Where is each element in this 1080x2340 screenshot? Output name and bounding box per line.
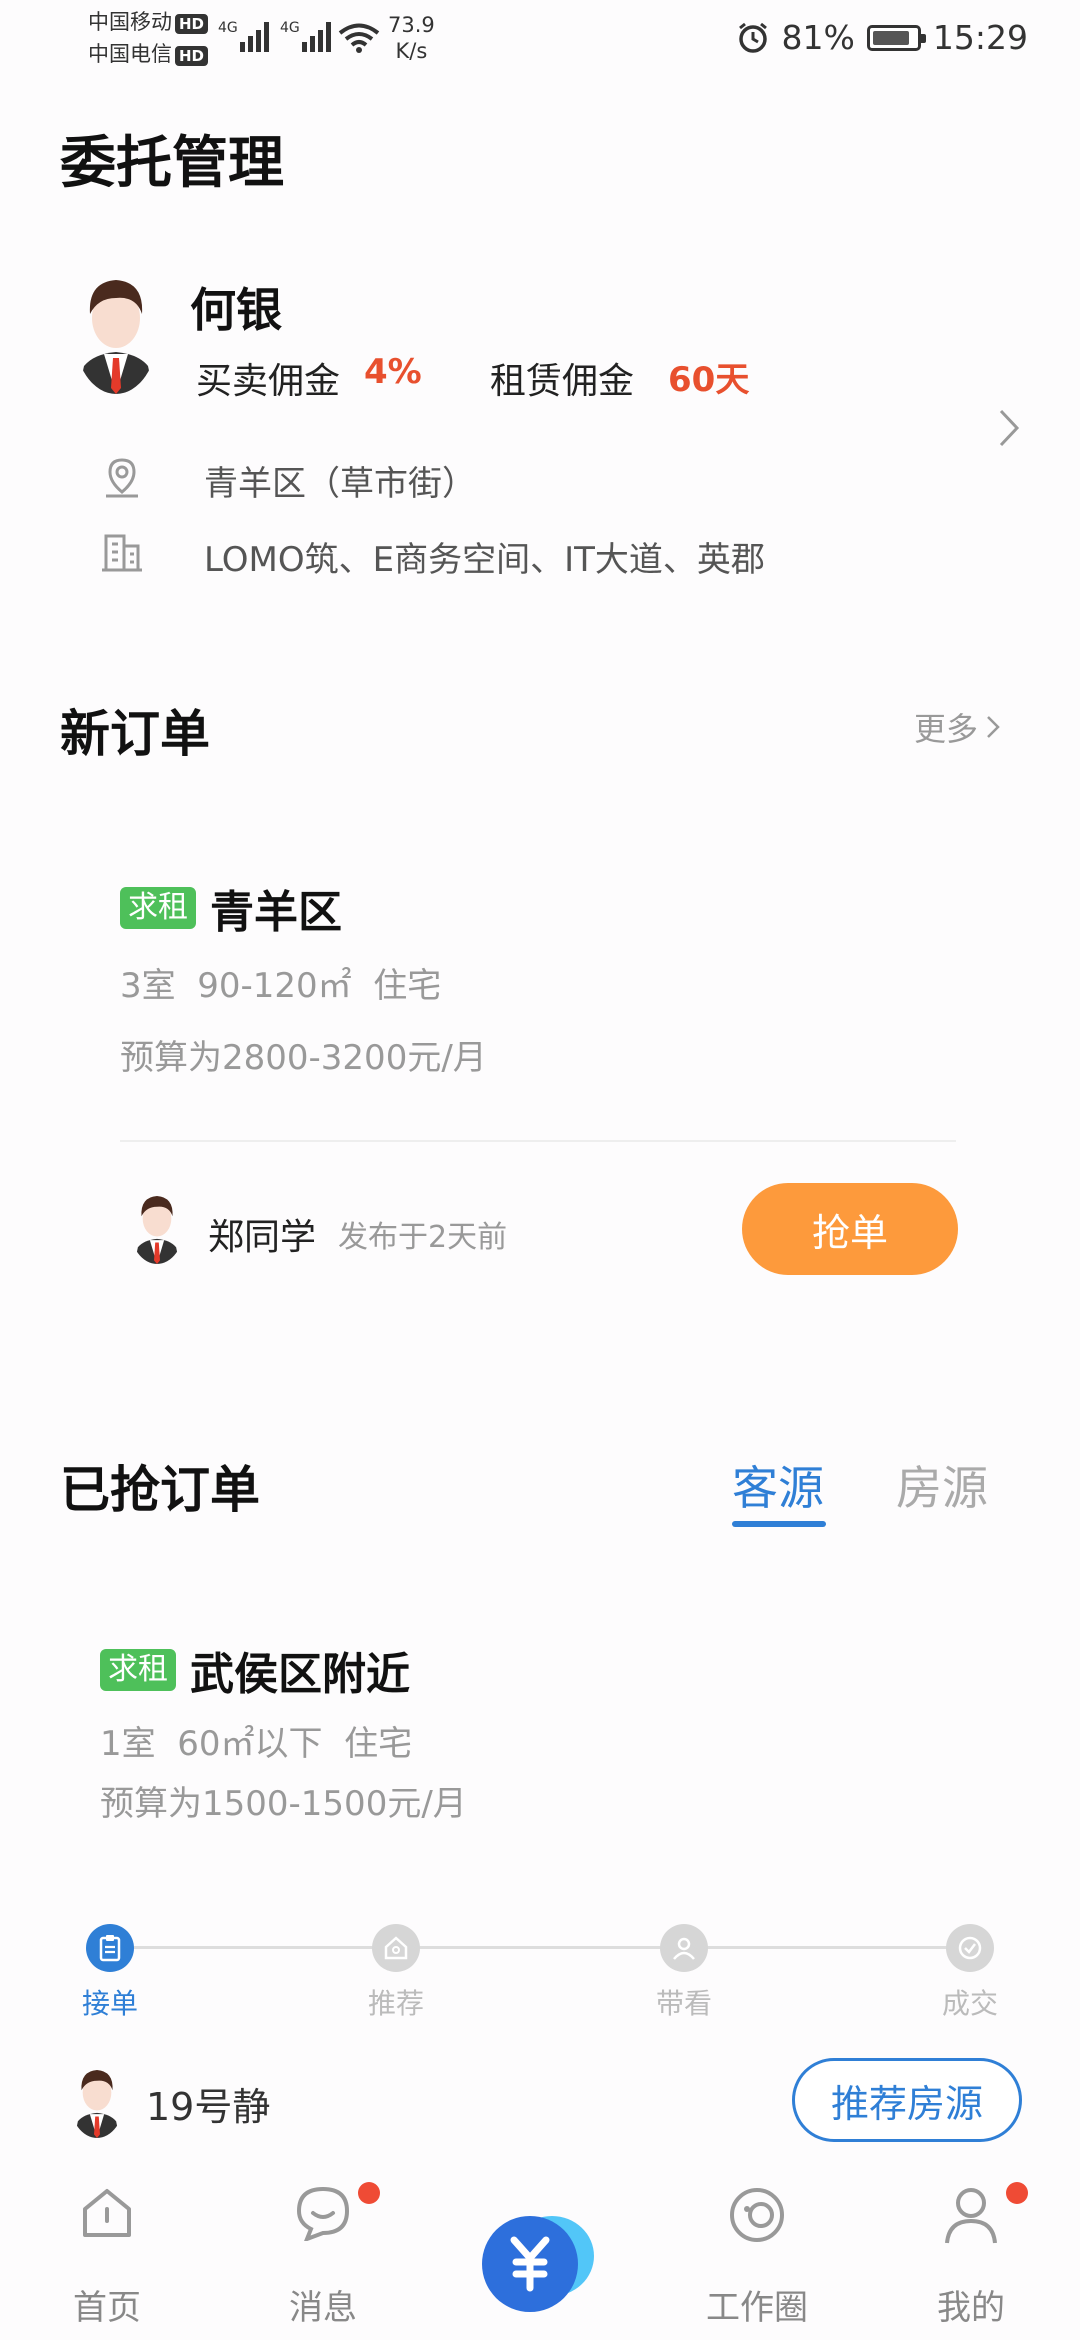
status-bar: 中国移动 HD 中国电信 HD 4G 4G 73.9 K/s 81% 15:29 [0,0,1080,80]
step-label-recommend: 推荐 [367,1987,424,2020]
profile-badge [1006,2182,1028,2204]
nav-home-label: 首页 [73,2288,141,2328]
order-tag: 求租 [120,887,196,929]
publisher-avatar [130,1190,184,1264]
agent-name: 何银 [190,283,282,337]
message-icon [296,2186,350,2243]
nav-work-circle-label: 工作圈 [706,2288,808,2328]
publish-time: 发布于2天前 [338,1220,508,1255]
sale-commission-label: 买卖佣金 [196,361,341,402]
recommend-property-button[interactable]: 推荐房源 [792,2058,1022,2142]
network-speed: 73.9 K/s [388,13,435,63]
divider [120,1140,956,1142]
rent-commission-label: 租赁佣金 [490,361,635,402]
nav-center[interactable] [478,2200,598,2320]
step-recommend-icon [372,1924,420,1972]
nav-messages-label: 消息 [289,2288,357,2328]
building-icon [102,534,142,572]
agent-buildings: LOMO筑、E商务空间、IT大道、英郡 [204,540,765,580]
step-deal-icon [946,1924,994,1972]
network-type-1: 4G [218,20,238,36]
chevron-right-icon[interactable] [998,408,1020,448]
progress-line [110,1946,970,1949]
battery-icon [866,24,926,51]
client-name: 19号静 [146,2085,271,2129]
client-avatar [70,2064,124,2138]
yuan-icon [482,2216,594,2312]
status-right: 81% 15:29 [736,18,1028,57]
step-label-viewing: 带看 [655,1987,712,2020]
order-district: 青羊区 [210,887,342,938]
battery-percent: 81% [781,18,855,57]
grabbed-orders-title: 已抢订单 [60,1461,260,1519]
order-budget: 预算为2800-3200元/月 [120,1038,487,1078]
order-budget: 预算为1500-1500元/月 [100,1784,467,1824]
tab-clients[interactable]: 客源 [732,1452,824,1518]
signal-icon-2 [302,20,331,52]
agent-avatar [74,270,158,394]
step-label-deal: 成交 [941,1987,998,2020]
alarm-icon [738,22,767,53]
order-specs: 3室 90-120㎡ 住宅 [120,966,442,1006]
network-type-2: 4G [280,20,300,36]
nav-profile-label: 我的 [937,2288,1005,2328]
publisher-name: 郑同学 [208,1217,317,1258]
order-district: 武侯区附近 [190,1649,410,1700]
clock: 15:29 [932,18,1028,57]
page-title: 委托管理 [60,131,284,196]
location-icon [106,458,138,498]
step-label-accept: 接单 [81,1987,138,2020]
new-orders-title: 新订单 [60,705,210,763]
home-icon [83,2189,131,2237]
tab-properties[interactable]: 房源 [896,1452,988,1518]
carrier-1: 中国移动 HD [88,8,209,36]
signal-icon [240,20,269,52]
wifi-icon [338,23,380,53]
nav-home[interactable] [32,2185,182,2245]
order-specs: 1室 60㎡以下 住宅 [100,1724,413,1764]
step-viewing-icon [660,1924,708,1972]
work-circle-icon [730,2188,784,2242]
step-accept-icon [86,1924,134,1972]
order-tag: 求租 [100,1649,176,1691]
chevron-right-icon [987,716,1000,738]
sale-commission-value: 4% [364,352,422,392]
rent-commission-value: 60天 [668,360,750,400]
agent-area: 青羊区（草市街） [204,464,476,504]
grab-order-button[interactable]: 抢单 [742,1183,958,1275]
order-heading: 求租 青羊区 [120,876,342,940]
nav-work-circle[interactable] [682,2185,832,2249]
profile-icon [945,2188,997,2244]
grabbed-order-heading: 求租 武侯区附近 [100,1638,410,1702]
tab-indicator [732,1521,826,1527]
message-badge [358,2182,380,2204]
more-link[interactable]: 更多 [914,704,1000,750]
carrier-2: 中国电信 HD [88,40,209,68]
